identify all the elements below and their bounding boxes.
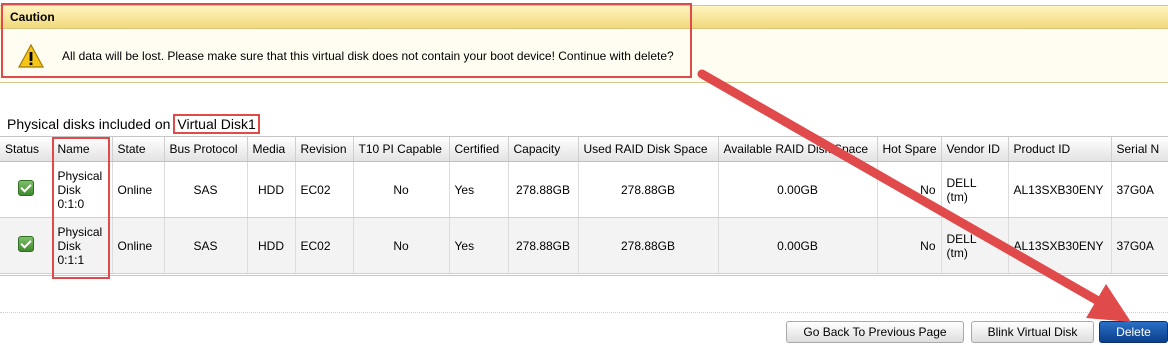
revision-cell: EC02 bbox=[295, 161, 354, 218]
col-hot-spare[interactable]: Hot Spare bbox=[877, 137, 942, 162]
vendor-line: DELL bbox=[946, 175, 977, 190]
state-cell: Online bbox=[112, 217, 165, 274]
available-space-cell: 0.00GB bbox=[718, 217, 878, 274]
status-cell bbox=[0, 161, 53, 218]
go-back-button[interactable]: Go Back To Previous Page bbox=[786, 321, 964, 343]
table-header-row: Status Name State Bus Protocol Media Rev… bbox=[0, 137, 1168, 162]
col-revision[interactable]: Revision bbox=[295, 137, 354, 162]
status-ok-icon bbox=[17, 180, 34, 196]
vendor-line: (tm) bbox=[946, 245, 968, 260]
revision-cell: EC02 bbox=[295, 217, 354, 274]
bus-protocol-cell: SAS bbox=[164, 161, 248, 218]
status-ok-icon bbox=[17, 236, 34, 252]
footer-divider bbox=[0, 312, 1168, 313]
product-cell: AL13SXB30ENY bbox=[1008, 161, 1112, 218]
physical-disks-title-prefix: Physical disks included on bbox=[7, 116, 171, 132]
product-cell: AL13SXB30ENY bbox=[1008, 217, 1112, 274]
capacity-cell: 278.88GB bbox=[508, 217, 579, 274]
col-available-raid-disk-space[interactable]: Available RAID Disk Space bbox=[718, 137, 878, 162]
col-certified[interactable]: Certified bbox=[449, 137, 509, 162]
vendor-cell: DELL (tm) bbox=[941, 161, 1009, 218]
hot-spare-cell: No bbox=[877, 161, 942, 218]
used-space-cell: 278.88GB bbox=[578, 161, 719, 218]
blink-virtual-disk-button[interactable]: Blink Virtual Disk bbox=[971, 321, 1094, 343]
table-row: Physical Disk 0:1:1 Online SAS HDD EC02 No… bbox=[0, 217, 1168, 274]
col-product-id[interactable]: Product ID bbox=[1008, 137, 1112, 162]
col-serial-number[interactable]: Serial N bbox=[1111, 137, 1168, 162]
col-used-raid-disk-space[interactable]: Used RAID Disk Space bbox=[578, 137, 719, 162]
col-media[interactable]: Media bbox=[247, 137, 296, 162]
col-status[interactable]: Status bbox=[0, 137, 53, 162]
serial-cell: 37G0A bbox=[1111, 161, 1168, 218]
status-cell bbox=[0, 217, 53, 274]
physical-disks-table: Status Name State Bus Protocol Media Rev… bbox=[0, 136, 1168, 276]
vendor-line: DELL bbox=[946, 231, 977, 246]
vendor-cell: DELL (tm) bbox=[941, 217, 1009, 274]
media-cell: HDD bbox=[247, 161, 296, 218]
col-bus-protocol[interactable]: Bus Protocol bbox=[164, 137, 248, 162]
virtual-disk-name: Virtual Disk1 bbox=[173, 114, 260, 134]
t10-cell: No bbox=[353, 161, 450, 218]
col-capacity[interactable]: Capacity bbox=[508, 137, 579, 162]
col-vendor-id[interactable]: Vendor ID bbox=[941, 137, 1009, 162]
col-t10-pi-capable[interactable]: T10 PI Capable bbox=[353, 137, 450, 162]
bus-protocol-cell: SAS bbox=[164, 217, 248, 274]
capacity-cell: 278.88GB bbox=[508, 161, 579, 218]
physical-disks-title: Physical disks included on Virtual Disk1 bbox=[7, 114, 260, 134]
col-state[interactable]: State bbox=[112, 137, 165, 162]
hot-spare-cell: No bbox=[877, 217, 942, 274]
delete-button[interactable]: Delete bbox=[1099, 321, 1168, 343]
media-cell: HDD bbox=[247, 217, 296, 274]
state-cell: Online bbox=[112, 161, 165, 218]
serial-cell: 37G0A bbox=[1111, 217, 1168, 274]
used-space-cell: 278.88GB bbox=[578, 217, 719, 274]
certified-cell: Yes bbox=[449, 217, 509, 274]
vendor-line: (tm) bbox=[946, 189, 968, 204]
name-column-highlight-box bbox=[52, 137, 110, 279]
table-row: Physical Disk 0:1:0 Online SAS HDD EC02 No… bbox=[0, 161, 1168, 218]
available-space-cell: 0.00GB bbox=[718, 161, 878, 218]
caution-highlight-box bbox=[1, 3, 692, 78]
certified-cell: Yes bbox=[449, 161, 509, 218]
t10-cell: No bbox=[353, 217, 450, 274]
